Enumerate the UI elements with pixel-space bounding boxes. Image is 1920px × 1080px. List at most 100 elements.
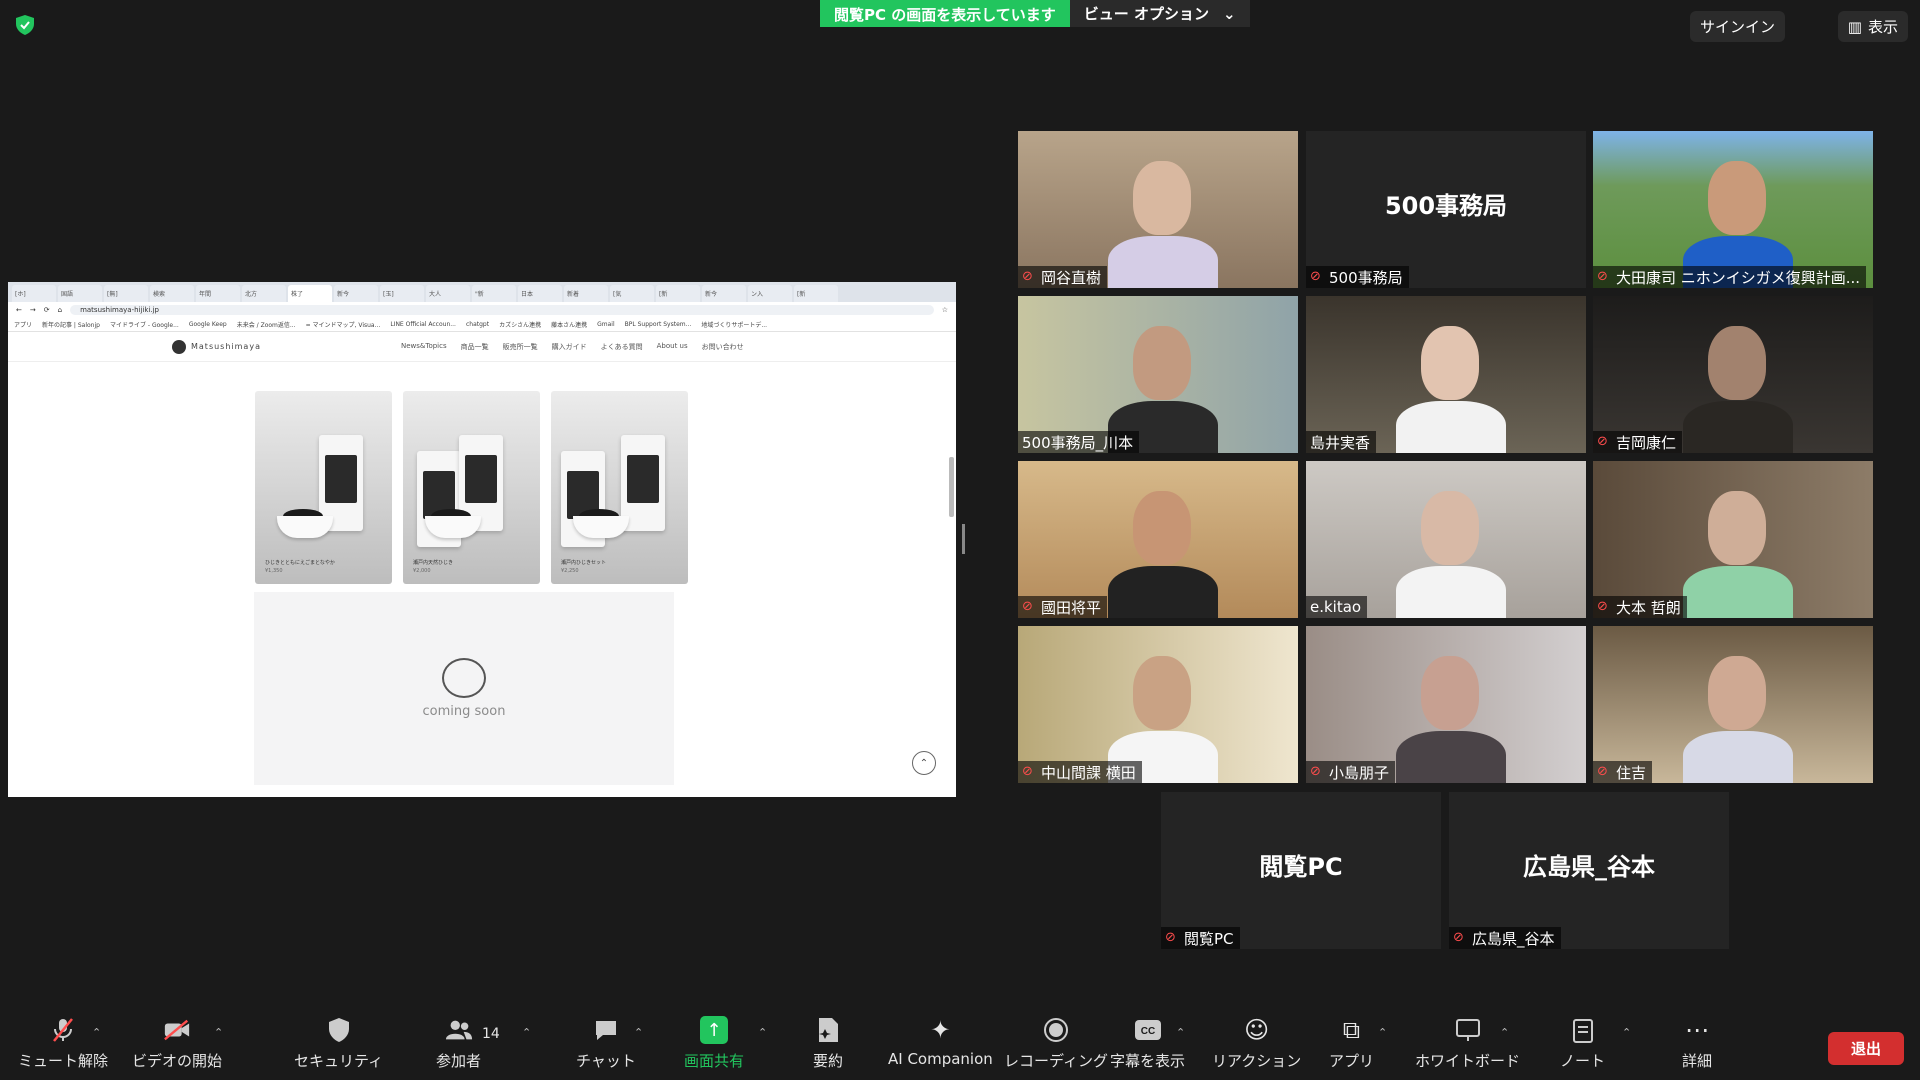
site-menu-item: よくある質問 <box>600 342 643 351</box>
security-button[interactable]: セキュリティ <box>294 1016 383 1071</box>
product-price: ¥1,350 <box>265 568 283 574</box>
participant-avatar-name: 広島県_谷本 <box>1523 853 1655 881</box>
participant-tile[interactable]: ⊘ 大田康司 ニホンイシガメ復興計画... <box>1593 131 1873 288</box>
apps-options-caret[interactable]: ⌃ <box>1378 1026 1387 1039</box>
browser-tab: [新 <box>656 285 700 302</box>
participant-tile[interactable]: 島井実香 <box>1306 296 1586 453</box>
participant-name: 吉岡康仁 <box>1616 433 1677 452</box>
star-icon: ☆ <box>941 306 948 314</box>
mic-muted-icon: ⊘ <box>1597 269 1608 284</box>
share-options-caret[interactable]: ⌃ <box>758 1026 767 1039</box>
view-options-button[interactable]: ビュー オプション ⌄ <box>1069 0 1250 27</box>
product-price: ¥2,250 <box>561 568 579 574</box>
audio-options-caret[interactable]: ⌃ <box>92 1026 101 1039</box>
participant-name-label: ⊘ 閲覧PC <box>1161 927 1240 949</box>
chat-options-caret[interactable]: ⌃ <box>634 1026 643 1039</box>
mic-muted-icon: ⊘ <box>1022 764 1033 779</box>
view-button-label: 表示 <box>1867 18 1898 36</box>
share-banner: 閲覧PC の画面を表示しています ビュー オプション ⌄ <box>820 0 1250 27</box>
participant-tile[interactable]: ⊘ 吉岡康仁 <box>1593 296 1873 453</box>
product-caption: 瀬戸内ひじきセット <box>561 560 607 566</box>
unmute-button[interactable]: ミュート解除 <box>18 1016 108 1071</box>
bookmark-item: = マインドマップ, Visua... <box>305 322 381 329</box>
summary-button[interactable]: 要約 <box>813 1016 843 1071</box>
chevron-down-icon: ⌄ <box>1223 4 1236 23</box>
site-logo-icon <box>172 339 186 354</box>
participant-tile[interactable]: ⊘ 大本 哲朗 <box>1593 461 1873 618</box>
browser-tab: [ホ] <box>12 285 56 302</box>
summary-document-icon <box>814 1016 842 1044</box>
chat-button[interactable]: チャット <box>576 1016 636 1071</box>
captions-label: 字幕を表示 <box>1110 1052 1186 1070</box>
shared-screen[interactable]: [ホ] 国語 [無] 検索 年間 北方 株了 新今 [玉] 大人 "新 日本 新着 [気 [新 新今 ン入 [新 … <box>8 282 956 797</box>
browser-tab: 年間 <box>196 285 240 302</box>
participant-video <box>1018 626 1298 783</box>
participant-name: 中山間課 横田 <box>1041 763 1136 782</box>
coming-soon-panel: coming soon <box>254 592 674 785</box>
participant-name-label: ⊘ 岡谷直樹 <box>1018 266 1108 288</box>
notes-options-caret[interactable]: ⌃ <box>1622 1026 1631 1039</box>
signin-button[interactable]: サインイン <box>1689 11 1785 42</box>
recording-button[interactable]: レコーディング <box>1004 1016 1108 1071</box>
ai-companion-button[interactable]: ✦ AI Companion <box>888 1016 993 1068</box>
captions-button[interactable]: CC 字幕を表示 <box>1110 1016 1185 1071</box>
participant-tile[interactable]: ⊘ 中山間課 横田 <box>1018 626 1298 783</box>
participant-tile[interactable]: ⊘ 住吉 <box>1593 626 1873 783</box>
start-video-label: ビデオの開始 <box>132 1052 223 1070</box>
site-logo-text: Matsushimaya <box>191 342 261 351</box>
whiteboard-button[interactable]: ホワイトボード <box>1415 1016 1520 1071</box>
leave-button[interactable]: 退出 <box>1828 1032 1904 1065</box>
apps-button[interactable]: ⧉ アプリ <box>1329 1016 1374 1071</box>
participant-name-label: e.kitao <box>1306 596 1368 618</box>
bookmark-item: マイドライブ - Google... <box>109 322 179 329</box>
participant-tile[interactable]: 閲覧PC ⊘ 閲覧PC <box>1161 792 1441 949</box>
browser-tab: 日本 <box>518 285 562 302</box>
product-card: 瀬戸内ひじきセット ¥2,250 <box>551 391 688 584</box>
sharing-status: 閲覧PC の画面を表示しています <box>820 0 1070 27</box>
view-button[interactable]: ▥ 表示 <box>1837 11 1908 42</box>
whiteboard-options-caret[interactable]: ⌃ <box>1500 1026 1509 1039</box>
bookmark-item: Google Keep <box>188 321 227 328</box>
notes-label: ノート <box>1560 1052 1606 1070</box>
participant-tile[interactable]: 500事務局 ⊘ 500事務局 <box>1306 131 1586 288</box>
split-divider-handle[interactable] <box>962 524 965 554</box>
captions-options-caret[interactable]: ⌃ <box>1176 1026 1185 1039</box>
bookmark-item: BPL Support System... <box>624 321 692 328</box>
participants-label: 参加者 <box>436 1052 482 1070</box>
more-label: 詳細 <box>1682 1052 1713 1070</box>
mic-muted-icon: ⊘ <box>1597 434 1608 449</box>
participants-options-caret[interactable]: ⌃ <box>522 1026 531 1039</box>
summary-label: 要約 <box>813 1052 844 1070</box>
video-options-caret[interactable]: ⌃ <box>214 1026 223 1039</box>
reactions-button[interactable]: ☺ リアクション <box>1212 1016 1301 1071</box>
participant-tile[interactable]: e.kitao <box>1306 461 1586 618</box>
security-shield-icon[interactable] <box>14 14 36 36</box>
participant-tile[interactable]: ⊘ 岡谷直樹 <box>1018 131 1298 288</box>
bookmark-item: 新年の記事 | Salonjp <box>42 322 100 329</box>
product-card: 瀬戸内天然ひじき ¥2,000 <box>403 391 540 584</box>
emoji-plus-icon: ☺ <box>1244 1016 1270 1044</box>
participant-tile[interactable]: ⊘ 國田将平 <box>1018 461 1298 618</box>
notes-button[interactable]: ノート <box>1560 1016 1605 1071</box>
mic-muted-icon: ⊘ <box>1597 599 1608 614</box>
site-menu-item: News&Topics <box>400 341 447 350</box>
browser-tab-strip: [ホ] 国語 [無] 検索 年間 北方 株了 新今 [玉] 大人 "新 日本 新着 [気 [新 新今 ン入 [新 <box>8 282 956 302</box>
mic-muted-icon: ⊘ <box>1310 764 1321 779</box>
participant-name: 広島県_谷本 <box>1472 929 1555 948</box>
participant-tile[interactable]: 広島県_谷本 ⊘ 広島県_谷本 <box>1449 792 1729 949</box>
participant-name: 500事務局_川本 <box>1022 433 1134 452</box>
participant-name-label: ⊘ 500事務局 <box>1306 266 1409 288</box>
more-button[interactable]: ⋯ 詳細 <box>1682 1016 1712 1071</box>
browser-address-bar: ← → ⟳ ⌂ matsushimaya-hijiki.jp ☆ <box>8 302 956 318</box>
cc-icon: CC <box>1134 1016 1162 1044</box>
share-screen-button[interactable]: ↑ 画面共有 <box>684 1016 744 1071</box>
participants-button[interactable]: 参加者 <box>436 1016 481 1071</box>
chat-label: チャット <box>576 1052 636 1070</box>
start-video-button[interactable]: ビデオの開始 <box>132 1016 222 1071</box>
bookmark-item: 未来会 / Zoom返信... <box>236 322 296 329</box>
browser-tab: 国語 <box>58 285 102 302</box>
participant-tile[interactable]: 500事務局_川本 <box>1018 296 1298 453</box>
participant-tile[interactable]: ⊘ 小島朋子 <box>1306 626 1586 783</box>
browser-tab: 大人 <box>426 285 470 302</box>
recording-label: レコーディング <box>1004 1052 1108 1070</box>
